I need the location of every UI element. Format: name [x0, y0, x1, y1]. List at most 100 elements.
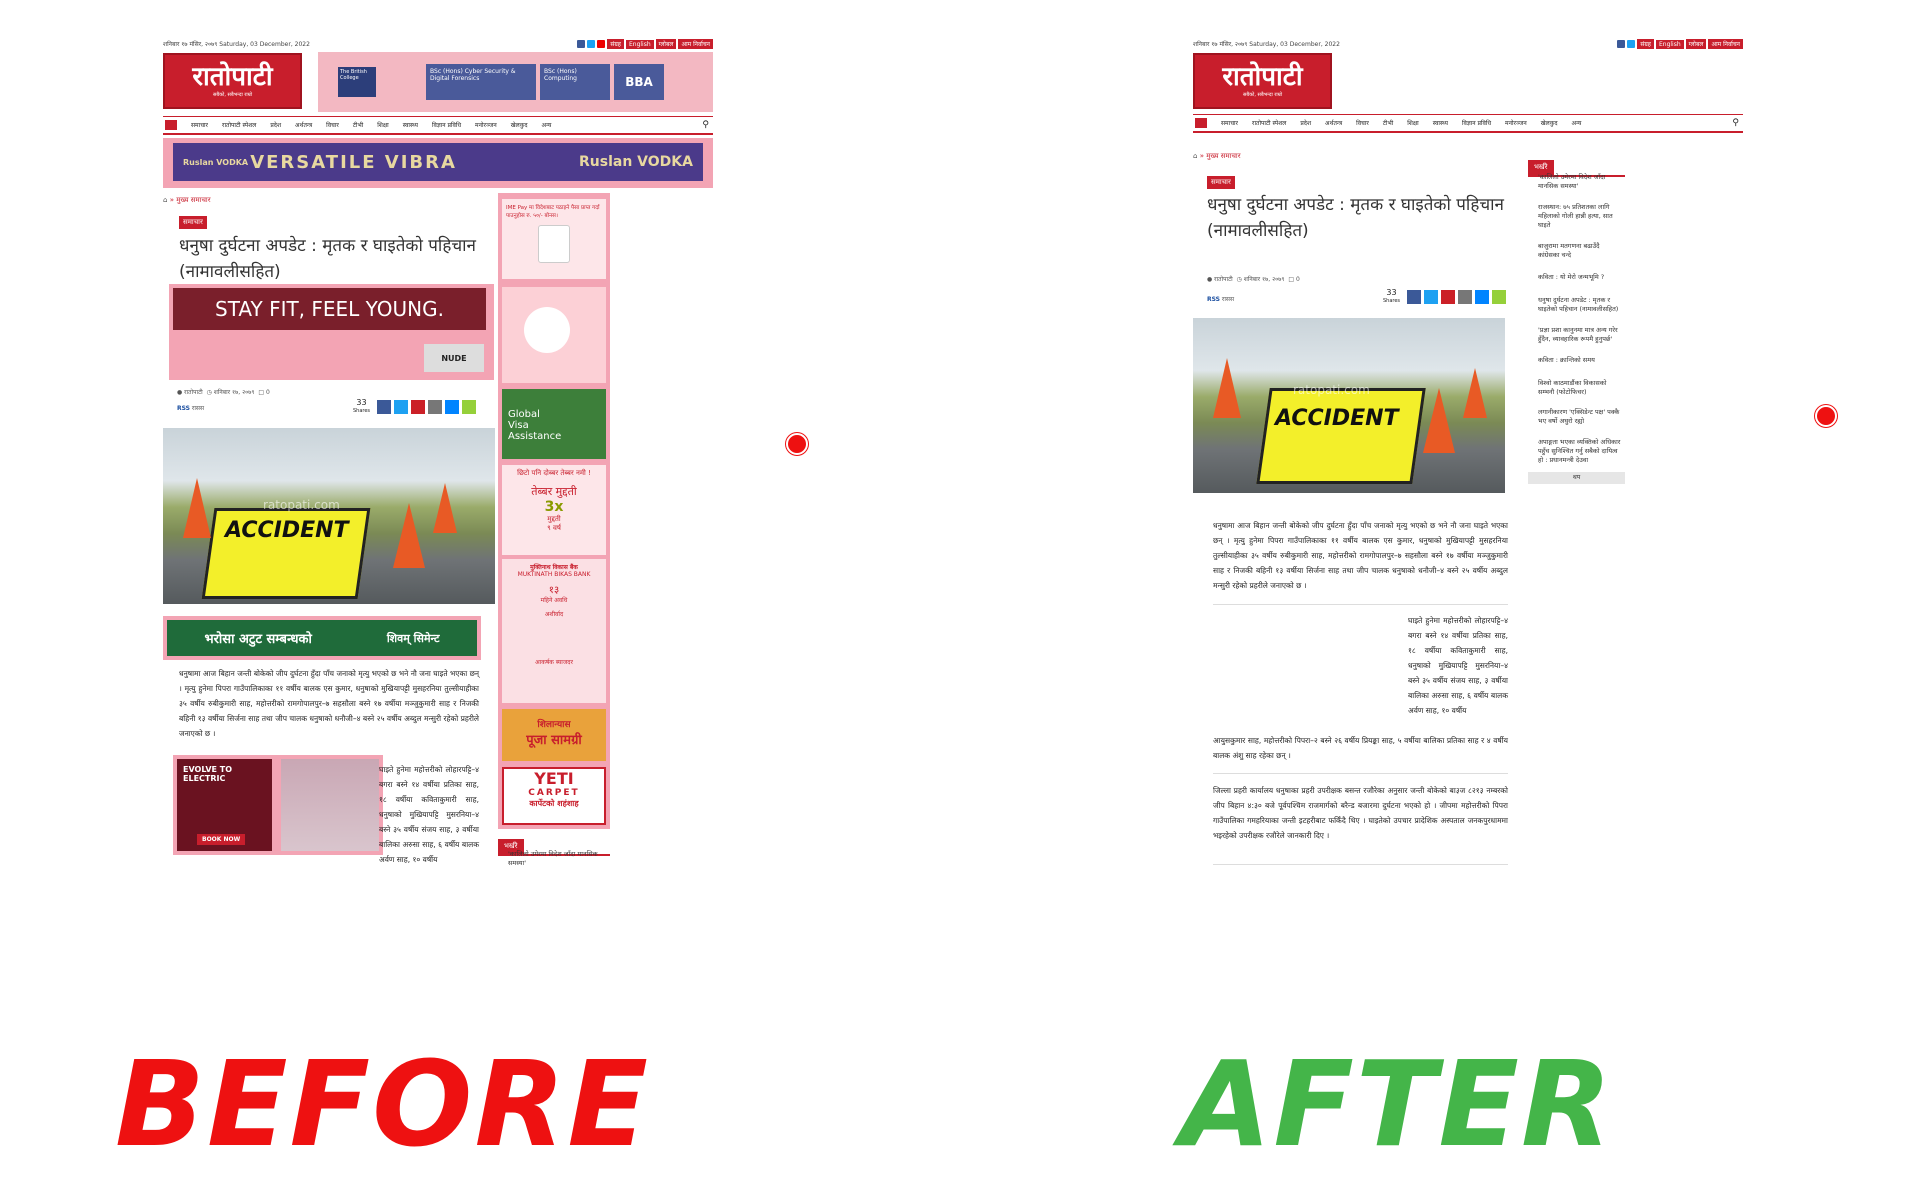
nav-item[interactable]: अर्थतन्त्र	[1325, 119, 1342, 127]
nav-item[interactable]: शिक्षा	[1407, 119, 1419, 127]
sidebar-news-item[interactable]: 'कालिलो उमेरमा विदेश जाँदा मानसिक समस्या…	[508, 850, 603, 868]
sidebar-news-item[interactable]: कविता : क्रान्तिको समय	[1538, 356, 1623, 365]
sidebar-news-item[interactable]: बाजुरामा मतगणना बढाउँदै कांग्रेसका चन्दे	[1538, 242, 1623, 260]
site-logo[interactable]: रातोपाटी सबैको, सबैभन्दा राम्रो	[163, 53, 302, 109]
english-link[interactable]: English	[1655, 39, 1684, 49]
facebook-icon[interactable]	[1617, 40, 1626, 48]
facebook-icon[interactable]	[577, 40, 586, 48]
nav-item[interactable]: मनोरञ्जन	[475, 121, 497, 129]
nav-item[interactable]: विचार	[326, 121, 339, 129]
nav-item[interactable]: खेलकुद	[1541, 119, 1558, 127]
nav-item[interactable]: शिक्षा	[377, 121, 389, 129]
nav-item[interactable]: प्रदेश	[270, 121, 281, 129]
sidebar-news-item[interactable]: राजस्थान: ७५ प्रतिशतका लागि महिलाको गोली…	[1538, 203, 1623, 230]
deposit-ad[interactable]: छिटो पनि दोब्बर तेब्बर नमी ! तेब्बर मुद्…	[502, 465, 606, 555]
notification-bell-icon[interactable]	[1815, 405, 1837, 427]
logo-tagline: सबैको, सबैभन्दा राम्रो	[212, 92, 252, 98]
book-now-button[interactable]: BOOK NOW	[197, 834, 246, 845]
british-college-ad[interactable]: The British College BSc (Hons) Cyber Sec…	[318, 52, 713, 112]
nav-item[interactable]: समाचार	[1221, 119, 1238, 127]
search-icon[interactable]: ⚲	[702, 120, 709, 130]
date-line: शनिबार १७ मंसिर, २०७९ Saturday, 03 Decem…	[1193, 41, 1340, 48]
nav-item[interactable]: रातोपाटी स्पेशल	[222, 121, 256, 129]
nav-item[interactable]: समाचार	[191, 121, 208, 129]
muktinath-ad[interactable]: मुक्तिनाथ विकास बैंक MUKTINATH BIKAS BAN…	[502, 559, 606, 703]
twitter-share-icon[interactable]	[1424, 290, 1439, 304]
nav-item[interactable]: मनोरञ्जन	[1505, 119, 1527, 127]
sidebar-news-item[interactable]: 'कालिलो उमेरमा विदेश जाँदा मानसिक समस्या…	[1538, 173, 1623, 191]
deposit-multiplier: 3x	[544, 499, 564, 515]
notification-bell-icon[interactable]	[786, 433, 808, 455]
home-icon[interactable]: ⌂	[163, 196, 167, 204]
home-icon[interactable]: ⌂	[1193, 152, 1197, 160]
home-icon[interactable]	[165, 120, 177, 130]
pinterest-share-icon[interactable]	[411, 400, 426, 414]
twitter-icon[interactable]	[1627, 40, 1636, 48]
sidebar-news-item[interactable]: विश्वो काठमाडौंका विकासको सम्भनौ (फोटोफि…	[1538, 379, 1623, 397]
facebook-share-icon[interactable]	[1407, 290, 1422, 304]
breadcrumb[interactable]: ⌂ » मुख्य समाचार	[163, 196, 211, 205]
nav-item[interactable]: टीभी	[1383, 119, 1393, 127]
election-link[interactable]: आम निर्वाचन	[678, 39, 713, 49]
visa-line-2: Visa	[508, 420, 529, 431]
sidebar-news-item[interactable]: लगानीकारण 'एक्सिडेन्ट पक्ष' पक्कै भए वर्…	[1538, 408, 1623, 426]
english-link[interactable]: English	[625, 39, 654, 49]
nav-item[interactable]: स्वास्थ्य	[1433, 119, 1448, 127]
category-badge[interactable]: समाचार	[179, 216, 207, 229]
nav-item[interactable]: टीभी	[353, 121, 363, 129]
facebook-share-icon[interactable]	[377, 400, 392, 414]
share-bar: 33 Shares	[1383, 289, 1507, 305]
category-badge[interactable]: समाचार	[1207, 176, 1235, 189]
election-link[interactable]: आम निर्वाचन	[1708, 39, 1743, 49]
messenger-share-icon[interactable]	[445, 400, 460, 414]
email-share-icon[interactable]	[1458, 290, 1473, 304]
ruslan-vodka-ad[interactable]: Ruslan VODKA VERSATILE VIBRA Ruslan VODK…	[163, 138, 713, 188]
author-name[interactable]: रातोपाटी	[1214, 276, 1233, 283]
archive-link[interactable]: संग्रह	[1637, 39, 1654, 49]
breadcrumb-link[interactable]: » मुख्य समाचार	[170, 196, 211, 204]
sharethis-icon[interactable]	[1492, 290, 1507, 304]
site-logo[interactable]: रातोपाटी सबैको, सबैभन्दा राम्रो	[1193, 53, 1332, 109]
sidebar-news-item[interactable]: 'प्रज्ञा प्रशा कानुनमा मात्र अन्य गरेर ह…	[1538, 326, 1623, 344]
twitter-share-icon[interactable]	[394, 400, 409, 414]
yeti-carpet-ad[interactable]: YETI CARPET कार्पेटको शहंशाह	[502, 767, 606, 825]
nav-item[interactable]: विज्ञान प्रविधि	[1462, 119, 1491, 127]
pinterest-share-icon[interactable]	[1441, 290, 1456, 304]
nav-item[interactable]: विचार	[1356, 119, 1369, 127]
nav-item[interactable]: प्रदेश	[1300, 119, 1311, 127]
puja-samagri-ad[interactable]: शिलान्यास पूजा सामग्री	[502, 709, 606, 761]
global-link[interactable]: ग्लोबल	[1685, 39, 1707, 49]
nav-item[interactable]: अन्य	[542, 121, 552, 129]
global-link[interactable]: ग्लोबल	[655, 39, 677, 49]
more-button[interactable]: थप	[1528, 472, 1625, 484]
nav-item[interactable]: अर्थतन्त्र	[295, 121, 312, 129]
search-icon[interactable]: ⚲	[1732, 118, 1739, 128]
breadcrumb-link[interactable]: » मुख्य समाचार	[1200, 152, 1241, 160]
muktinath-months: १३	[548, 585, 560, 596]
nav-item[interactable]: स्वास्थ्य	[403, 121, 418, 129]
nav-item[interactable]: खेलकुद	[511, 121, 528, 129]
comment-icon: □	[258, 389, 265, 396]
archive-link[interactable]: संग्रह	[607, 39, 624, 49]
author-name[interactable]: रातोपाटी	[184, 389, 203, 396]
sidebar-news-item[interactable]: अपाङ्गता भएका व्यक्तिको अधिकार पहुँच सुन…	[1538, 438, 1623, 465]
app-ad[interactable]	[502, 287, 606, 383]
global-visa-ad[interactable]: Global Visa Assistance	[502, 389, 606, 459]
before-page: शनिबार १७ मंसिर, २०७९ Saturday, 03 Decem…	[163, 38, 713, 1038]
nav-item[interactable]: विज्ञान प्रविधि	[432, 121, 461, 129]
breadcrumb[interactable]: ⌂ » मुख्य समाचार	[1193, 152, 1241, 161]
evolve-electric-ad[interactable]: EVOLVE TO ELECTRIC BOOK NOW	[173, 755, 383, 855]
email-share-icon[interactable]	[428, 400, 443, 414]
messenger-share-icon[interactable]	[1475, 290, 1490, 304]
youtube-icon[interactable]	[597, 40, 606, 48]
shivam-cement-ad[interactable]: भरोसा अटुट सम्बन्धको शिवम् सिमेन्ट	[163, 616, 481, 660]
sharethis-icon[interactable]	[462, 400, 477, 414]
home-icon[interactable]	[1195, 118, 1207, 128]
stay-fit-ad[interactable]: STAY FIT, FEEL YOUNG. NUDE	[169, 284, 494, 380]
nav-item[interactable]: अन्य	[1572, 119, 1582, 127]
twitter-icon[interactable]	[587, 40, 596, 48]
nav-item[interactable]: रातोपाटी स्पेशल	[1252, 119, 1286, 127]
sidebar-news-item[interactable]: धनुषा दुर्घटना अपडेट : मृतक र घाइतेको पह…	[1538, 296, 1623, 314]
ime-pay-ad[interactable]: IME Pay मा विदेशबाट पठाइने पैसा प्राप्त …	[502, 199, 606, 279]
sidebar-news-item[interactable]: कविता : यो मेरो जन्मभूमि ?	[1538, 273, 1623, 282]
